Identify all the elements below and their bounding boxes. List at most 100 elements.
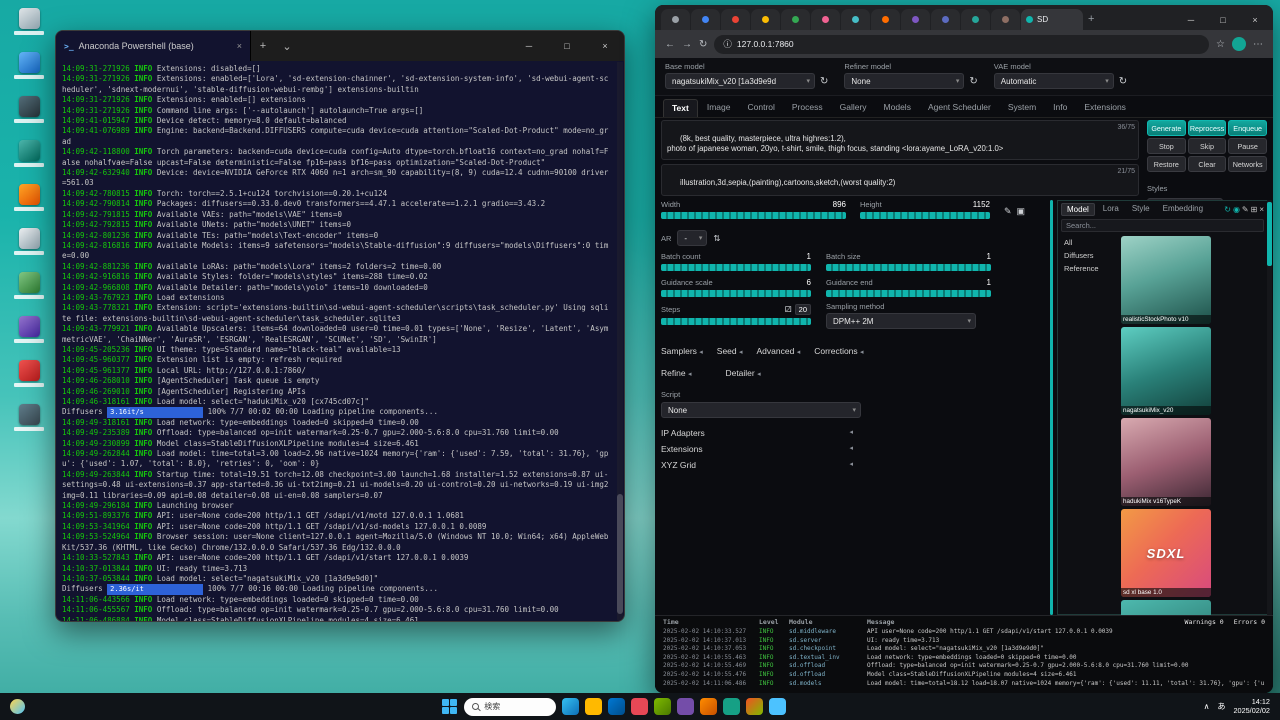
taskbar-app-icon[interactable] xyxy=(608,698,625,715)
refresh-icon[interactable]: ↻ xyxy=(1119,76,1127,87)
tab-agent-scheduler[interactable]: Agent Scheduler xyxy=(920,99,999,117)
browser-scrollbar-thumb[interactable] xyxy=(1267,202,1272,266)
browser-window[interactable]: SD + ─ □ × ← → ↻ ⓘ 127.0.0.1:7860 ☆ ⋯ Ba… xyxy=(655,5,1273,693)
guidance-end-slider[interactable] xyxy=(826,290,991,297)
clear-button[interactable]: Clear xyxy=(1188,156,1227,172)
browser-tab[interactable] xyxy=(961,9,990,30)
networks-tab-embedding[interactable]: Embedding xyxy=(1158,203,1208,216)
accordion-samplers[interactable]: Samplers ◂ xyxy=(661,346,703,356)
reload-icon[interactable]: ↻ xyxy=(699,39,707,50)
desktop-icon[interactable] xyxy=(7,272,51,299)
pause-button[interactable]: Pause xyxy=(1228,138,1267,154)
browser-tab-active[interactable]: SD xyxy=(1021,9,1083,30)
accordion-xyz-grid[interactable]: XYZ Grid◂ xyxy=(661,460,853,470)
terminal-window[interactable]: >_ Anaconda Powershell (base) × + ⌄ ─ □ … xyxy=(55,30,625,622)
desktop-icon[interactable] xyxy=(7,96,51,123)
tab-extensions[interactable]: Extensions xyxy=(1076,99,1134,117)
networks-edit-icon[interactable]: ✎ xyxy=(1242,205,1249,214)
profile-avatar[interactable] xyxy=(1232,37,1246,51)
tab-models[interactable]: Models xyxy=(876,99,919,117)
terminal-scrollbar[interactable] xyxy=(617,62,623,620)
taskbar-app-icon[interactable] xyxy=(654,698,671,715)
log-row[interactable]: 2025-02-02 14:10:55.463INFOsd.textual_in… xyxy=(655,654,1273,663)
taskbar-app-icon[interactable] xyxy=(631,698,648,715)
generate-button[interactable]: Generate xyxy=(1147,120,1186,136)
base-model-select[interactable]: nagatsukiMix_v20 [1a3d9e9d xyxy=(665,73,815,89)
enqueue-button[interactable]: Enqueue xyxy=(1228,120,1267,136)
networks-button[interactable]: Networks xyxy=(1228,156,1267,172)
script-select[interactable]: None xyxy=(661,402,861,418)
terminal-tab-close-icon[interactable]: × xyxy=(237,41,242,51)
browser-tab[interactable] xyxy=(901,9,930,30)
terminal-minimize-button[interactable]: ─ xyxy=(510,31,548,61)
ar-select[interactable]: - xyxy=(677,230,707,246)
panel-icon[interactable]: ▣ xyxy=(1017,206,1026,216)
networks-preview-icon[interactable]: ◉ xyxy=(1233,205,1240,214)
tab-text[interactable]: Text xyxy=(663,99,698,117)
model-card[interactable]: SDXLsd xl base 1.0 xyxy=(1121,509,1211,597)
desktop-icon[interactable] xyxy=(7,228,51,255)
guidance-scale-param[interactable]: Guidance scale6 xyxy=(661,278,811,297)
terminal-maximize-button[interactable]: □ xyxy=(548,31,586,61)
browser-tab[interactable] xyxy=(871,9,900,30)
log-row[interactable]: 2025-02-02 14:11:06.486INFOsd.modelsLoad… xyxy=(655,680,1273,689)
batch-count-param[interactable]: Batch count1 xyxy=(661,252,811,271)
model-card[interactable]: realisticStockPhoto v10 xyxy=(1121,236,1211,324)
accordion-extensions[interactable]: Extensions◂ xyxy=(661,444,853,454)
new-tab-button[interactable]: + xyxy=(251,40,275,52)
page-scrollbar[interactable] xyxy=(1050,200,1053,615)
favorite-icon[interactable]: ☆ xyxy=(1216,39,1225,50)
reprocess-button[interactable]: Reprocess xyxy=(1188,120,1227,136)
networks-tab-model[interactable]: Model xyxy=(1061,203,1095,216)
browser-close-button[interactable]: × xyxy=(1239,8,1271,32)
prompt-input[interactable]: (8k, best quality, masterpiece, ultra hi… xyxy=(661,120,1139,160)
site-info-icon[interactable]: ⓘ xyxy=(723,38,732,50)
width-slider[interactable] xyxy=(661,212,846,219)
steps-param[interactable]: Steps ⚂20 xyxy=(661,304,811,325)
tab-gallery[interactable]: Gallery xyxy=(832,99,875,117)
tab-control[interactable]: Control xyxy=(739,99,782,117)
networks-close-icon[interactable]: × xyxy=(1259,205,1264,214)
taskbar-app-icon[interactable] xyxy=(562,698,579,715)
new-tab-icon[interactable]: + xyxy=(1088,13,1094,25)
tray-chevron-icon[interactable]: ∧ xyxy=(1204,702,1210,711)
terminal-tab[interactable]: >_ Anaconda Powershell (base) × xyxy=(56,31,251,61)
desktop-icon[interactable] xyxy=(7,404,51,431)
batch-size-slider[interactable] xyxy=(826,264,991,271)
model-card[interactable]: nagatsukiMix_v20 xyxy=(1121,327,1211,415)
accordion-ip-adapters[interactable]: IP Adapters◂ xyxy=(661,428,853,438)
desktop-icon[interactable] xyxy=(7,316,51,343)
accordion-refine[interactable]: Refine ◂ xyxy=(661,368,691,378)
ime-indicator[interactable]: あ xyxy=(1217,701,1225,712)
browser-menu-icon[interactable]: ⋯ xyxy=(1253,39,1263,50)
taskbar-app-icon[interactable] xyxy=(585,698,602,715)
browser-tab[interactable] xyxy=(691,9,720,30)
networks-filter-all[interactable]: All xyxy=(1061,236,1116,249)
browser-tab[interactable] xyxy=(811,9,840,30)
tab-info[interactable]: Info xyxy=(1045,99,1075,117)
guidance-end-param[interactable]: Guidance end1 xyxy=(826,278,991,297)
widgets-button[interactable] xyxy=(10,699,25,714)
browser-tab[interactable] xyxy=(751,9,780,30)
refresh-icon[interactable]: ↻ xyxy=(820,76,828,87)
networks-tab-style[interactable]: Style xyxy=(1127,203,1155,216)
dice-icon[interactable]: ⚂ xyxy=(785,305,792,314)
browser-scrollbar[interactable] xyxy=(1267,200,1272,615)
stop-button[interactable]: Stop xyxy=(1147,138,1186,154)
sampler-select[interactable]: DPM++ 2M xyxy=(826,313,976,329)
steps-value[interactable]: 20 xyxy=(795,304,811,315)
networks-grid-icon[interactable]: ⊞ xyxy=(1251,205,1258,214)
browser-tabstrip[interactable]: SD + ─ □ × xyxy=(655,5,1273,30)
height-param[interactable]: Height1152 xyxy=(860,200,990,219)
accordion-advanced[interactable]: Advanced ◂ xyxy=(757,346,801,356)
swap-dimensions-icon[interactable]: ⇅ xyxy=(713,233,720,244)
desktop-icon[interactable] xyxy=(7,360,51,387)
guidance-scale-slider[interactable] xyxy=(661,290,811,297)
vae-model-select[interactable]: Automatic xyxy=(994,73,1114,89)
skip-button[interactable]: Skip xyxy=(1188,138,1227,154)
networks-search-input[interactable] xyxy=(1061,219,1264,232)
forward-icon[interactable]: → xyxy=(682,39,692,50)
browser-minimize-button[interactable]: ─ xyxy=(1175,8,1207,32)
log-row[interactable]: 2025-02-02 14:10:55.476INFOsd.offloadMod… xyxy=(655,671,1273,680)
taskbar-app-icon[interactable] xyxy=(677,698,694,715)
